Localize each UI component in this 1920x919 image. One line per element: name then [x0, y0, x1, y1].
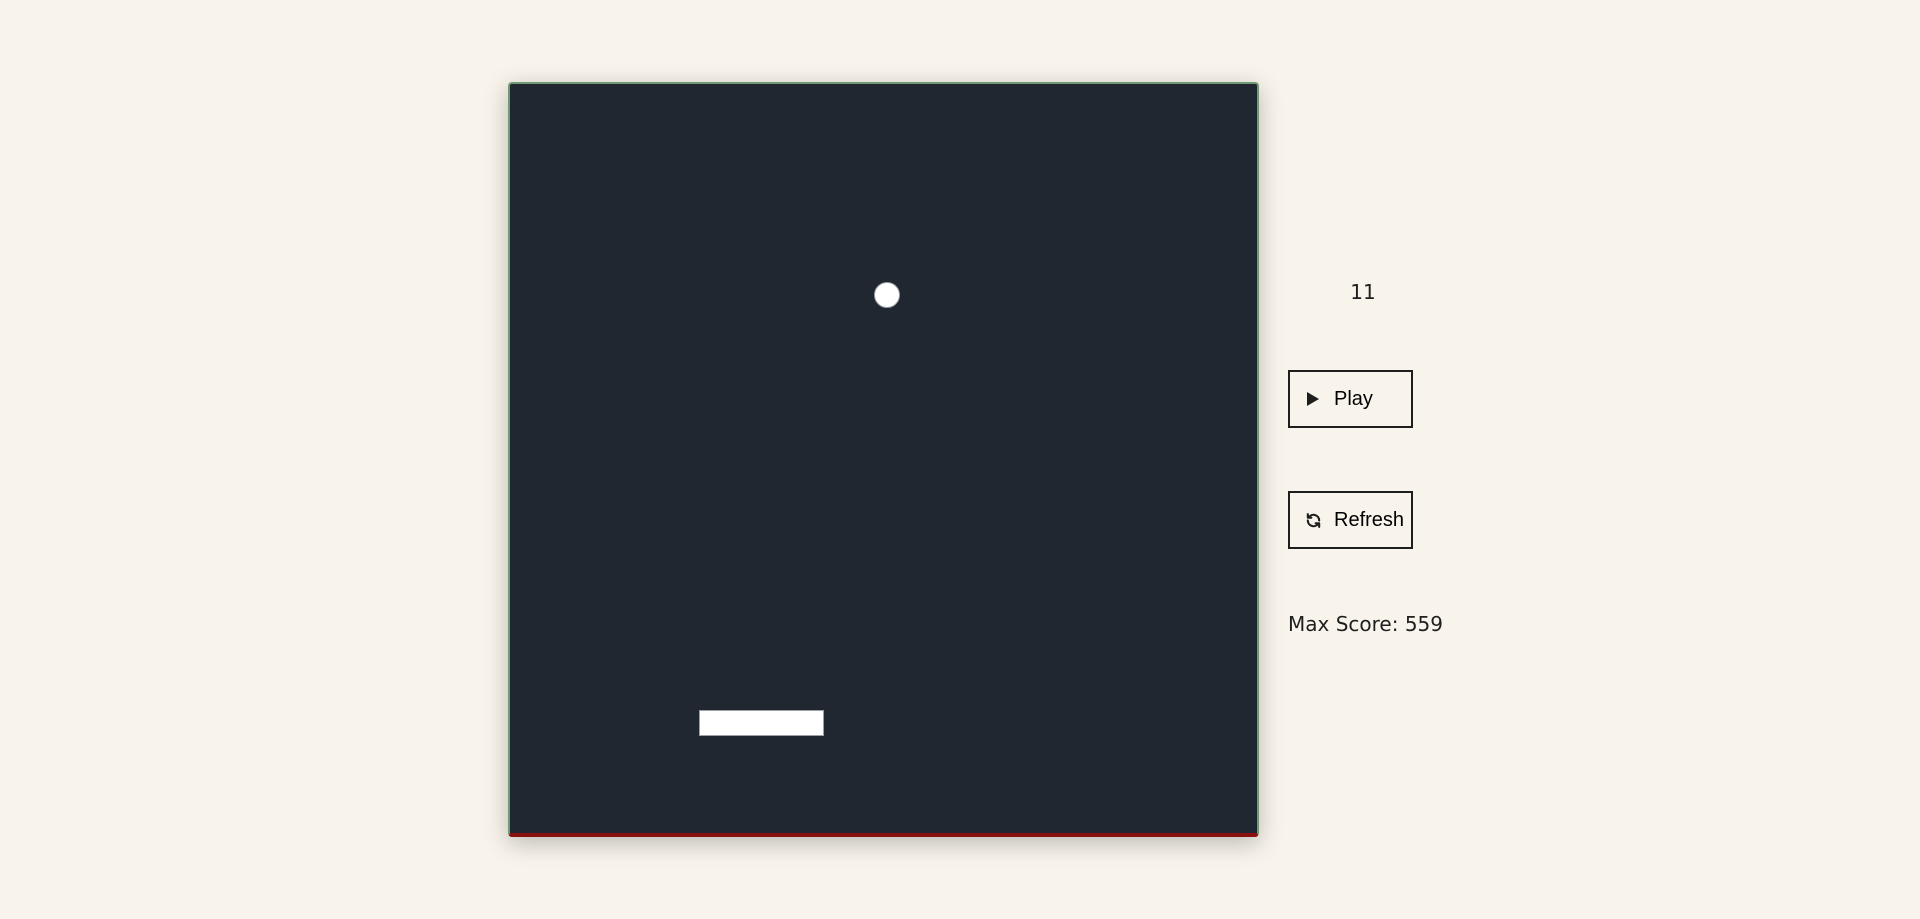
paddle[interactable]	[699, 710, 824, 736]
current-score: 11	[1350, 280, 1376, 304]
refresh-button-label: Refresh	[1334, 508, 1405, 531]
play-button-label: Play	[1334, 387, 1373, 410]
page: 11 Play Refresh Max Score: 559	[0, 0, 1920, 919]
max-score: Max Score: 559	[1288, 612, 1443, 636]
play-icon	[1304, 390, 1322, 408]
game-board[interactable]	[508, 82, 1259, 837]
ball	[874, 282, 900, 308]
refresh-icon	[1304, 511, 1322, 529]
play-button[interactable]: Play	[1288, 370, 1413, 428]
refresh-button[interactable]: Refresh	[1288, 491, 1413, 549]
